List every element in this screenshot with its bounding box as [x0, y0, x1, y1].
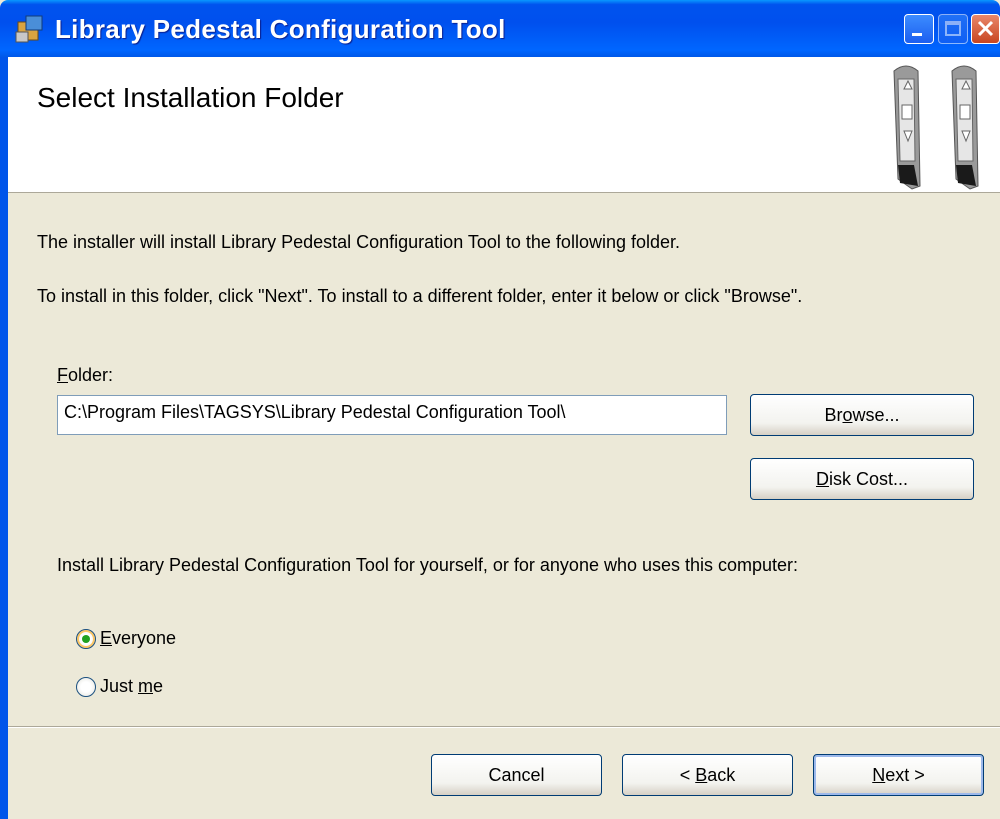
minimize-icon — [912, 33, 922, 36]
header-banner: Select Installation Folder — [8, 57, 1000, 193]
minimize-button[interactable] — [904, 14, 934, 44]
radio-everyone[interactable] — [76, 629, 96, 649]
disk-cost-button[interactable]: Disk Cost... — [750, 458, 974, 500]
pedestal-logo-icon — [893, 65, 979, 190]
install-description: The installer will install Library Pedes… — [37, 232, 681, 252]
back-button[interactable]: < Back — [622, 754, 793, 796]
radio-everyone-label[interactable]: Everyone — [100, 628, 176, 649]
footer-separator — [8, 726, 1000, 728]
window-title: Library Pedestal Configuration Tool — [55, 14, 506, 44]
title-bar[interactable]: Library Pedestal Configuration Tool — [0, 0, 1000, 57]
close-button[interactable] — [971, 14, 1000, 44]
browse-button[interactable]: Browse... — [750, 394, 974, 436]
next-button[interactable]: Next > — [813, 754, 984, 796]
installer-app-icon — [15, 15, 43, 43]
folder-path-input[interactable]: C:\Program Files\TAGSYS\Library Pedestal… — [57, 395, 727, 435]
close-icon — [977, 20, 994, 37]
window-frame-edge — [0, 57, 8, 819]
install-for-question: Install Library Pedestal Configuration T… — [57, 555, 799, 575]
radio-just-me[interactable] — [76, 677, 96, 697]
folder-label: Folder: — [57, 365, 114, 385]
maximize-button[interactable] — [938, 14, 968, 44]
cancel-button[interactable]: Cancel — [431, 754, 602, 796]
page-title: Select Installation Folder — [37, 82, 344, 113]
maximize-icon — [945, 21, 961, 36]
installer-window: Library Pedestal Configuration Tool Sele… — [0, 0, 1000, 819]
radio-just-me-label[interactable]: Just me — [100, 676, 163, 697]
radio-selected-dot — [82, 635, 90, 643]
install-instructions: To install in this folder, click "Next".… — [37, 286, 803, 306]
